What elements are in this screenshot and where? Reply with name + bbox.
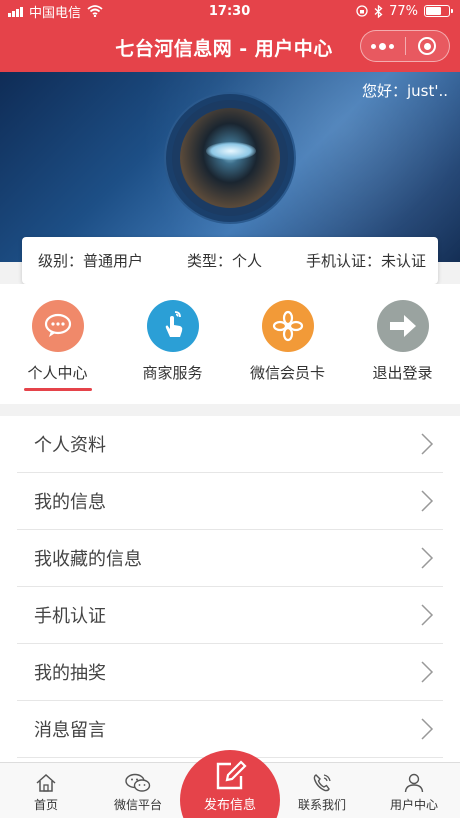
bluetooth-icon <box>374 4 383 18</box>
tab-user-center[interactable]: 用户中心 <box>368 763 460 818</box>
avatar-image <box>180 108 280 208</box>
tab-wechat[interactable]: 微信平台 <box>92 763 184 818</box>
quick-label: 微信会员卡 <box>249 364 325 382</box>
tab-label: 首页 <box>33 798 58 812</box>
chevron-right-icon <box>421 547 434 569</box>
active-indicator <box>23 388 92 391</box>
tab-home[interactable]: 首页 <box>0 763 92 818</box>
chevron-right-icon <box>421 433 434 455</box>
more-dots-icon <box>371 42 395 50</box>
user-info-card: 级别：普通用户 类型：个人 手机认证：未认证 <box>22 237 438 284</box>
flower-icon <box>261 300 314 352</box>
avatar[interactable] <box>166 94 294 222</box>
type-label: 类型： <box>186 252 232 270</box>
user-icon <box>404 773 424 793</box>
list-item-my-info[interactable]: 我的信息 <box>17 473 443 530</box>
wifi-icon <box>87 5 103 17</box>
phone-auth-value: 未认证 <box>380 252 426 270</box>
quick-merchant-service[interactable]: 商家服务 <box>115 284 230 404</box>
list-item-profile[interactable]: 个人资料 <box>17 416 443 473</box>
tab-label: 微信平台 <box>113 798 162 812</box>
profile-banner: 您好：just'.. <box>0 72 460 262</box>
orientation-lock-icon <box>356 5 368 17</box>
hand-touch-icon <box>146 300 199 352</box>
edit-icon <box>216 760 247 790</box>
chevron-right-icon <box>421 718 434 740</box>
home-icon <box>36 773 56 792</box>
list-item-label: 手机认证 <box>34 606 106 627</box>
arrow-right-icon <box>376 300 429 352</box>
level-label: 级别： <box>38 252 84 270</box>
phone-auth-label: 手机认证： <box>305 252 381 270</box>
list-item-label: 个人资料 <box>34 435 106 456</box>
quick-wechat-member-card[interactable]: 微信会员卡 <box>230 284 345 404</box>
quick-logout[interactable]: 退出登录 <box>345 284 460 404</box>
miniprogram-capsule <box>360 30 450 62</box>
battery-icon <box>424 5 453 17</box>
phone-auth-info: 手机认证：未认证 <box>306 250 426 271</box>
signal-icon <box>8 6 23 17</box>
carrier-text: 中国电信 <box>29 5 82 21</box>
list-item-label: 我的抽奖 <box>34 663 106 684</box>
quick-label: 退出登录 <box>372 364 433 382</box>
list-item-favorites[interactable]: 我收藏的信息 <box>17 530 443 587</box>
type-value: 个人 <box>232 252 263 270</box>
chevron-right-icon <box>421 604 434 626</box>
list-item-label: 消息留言 <box>34 720 106 741</box>
tab-contact[interactable]: 联系我们 <box>276 763 368 818</box>
publish-label: 发布信息 <box>203 798 256 813</box>
type-info: 类型：个人 <box>187 250 262 271</box>
close-target-icon <box>418 37 437 55</box>
tab-label: 联系我们 <box>297 798 346 812</box>
nav-bar: 七台河信息网 - 用户中心 <box>0 22 460 72</box>
battery-text: 77% <box>389 3 418 19</box>
list-item-phone-auth[interactable]: 手机认证 <box>17 587 443 644</box>
quick-menu: 个人中心 商家服务 微信会员卡 退出登录 <box>0 284 460 404</box>
close-miniprogram-button[interactable] <box>406 31 450 61</box>
chevron-right-icon <box>421 661 434 683</box>
more-button[interactable] <box>361 31 405 61</box>
user-menu-list: 个人资料 我的信息 我收藏的信息 手机认证 我的抽奖 消息留言 <box>0 416 460 766</box>
quick-personal-center[interactable]: 个人中心 <box>0 284 115 404</box>
level-value: 普通用户 <box>83 252 144 270</box>
status-bar: 中国电信 17:30 77% <box>0 0 460 22</box>
list-item-label: 我的信息 <box>34 492 106 513</box>
chat-bubble-icon <box>31 300 84 352</box>
page-title: 七台河信息网 - 用户中心 <box>115 37 333 60</box>
list-item-lottery[interactable]: 我的抽奖 <box>17 644 443 701</box>
phone-icon <box>313 774 331 792</box>
clock-text: 17:30 <box>208 3 251 19</box>
list-item-label: 我收藏的信息 <box>34 549 142 570</box>
wechat-icon <box>125 773 151 792</box>
top-bar: 中国电信 17:30 77% 七台河信息网 - 用户中心 <box>0 0 460 72</box>
chevron-right-icon <box>421 490 434 512</box>
quick-label: 个人中心 <box>27 364 88 382</box>
level-info: 级别：普通用户 <box>38 250 143 271</box>
tab-label: 用户中心 <box>389 798 438 812</box>
greeting-text: 您好：just'.. <box>361 82 448 100</box>
quick-label: 商家服务 <box>142 364 203 382</box>
